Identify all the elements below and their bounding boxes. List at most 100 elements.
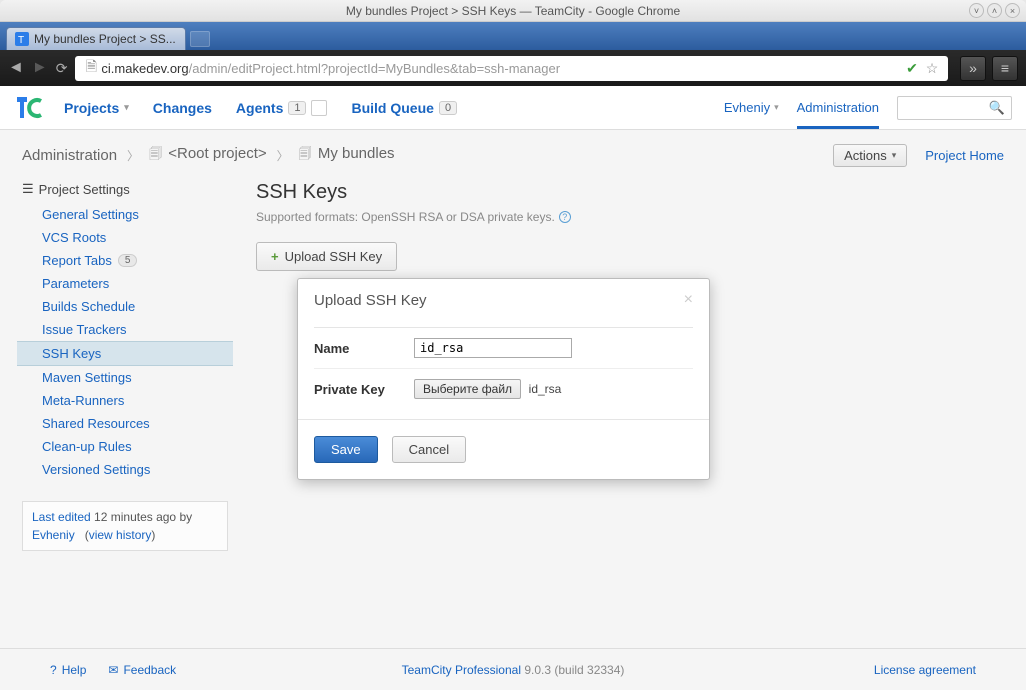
nav-agents[interactable]: Agents 1 bbox=[236, 100, 328, 116]
sidebar-item-report-tabs[interactable]: Report Tabs5 bbox=[22, 249, 228, 272]
product-link[interactable]: TeamCity Professional bbox=[402, 663, 521, 677]
sidebar: ☰ Project Settings General Settings VCS … bbox=[22, 181, 228, 601]
nav-projects[interactable]: Projects ▾ bbox=[64, 100, 129, 116]
page-title: SSH Keys bbox=[256, 181, 1004, 204]
selected-file-name: id_rsa bbox=[529, 382, 562, 396]
sidebar-item-issue-trackers[interactable]: Issue Trackers bbox=[22, 318, 228, 341]
svg-text:T: T bbox=[18, 35, 24, 46]
project-home-link[interactable]: Project Home bbox=[925, 148, 1004, 163]
sidebar-item-label: Issue Trackers bbox=[42, 322, 127, 337]
close-window-button[interactable]: × bbox=[1005, 3, 1020, 18]
extensions-button[interactable]: » bbox=[960, 56, 986, 81]
save-button[interactable]: Save bbox=[314, 436, 378, 463]
view-history-link[interactable]: view history bbox=[89, 528, 152, 542]
sidebar-item-label: Shared Resources bbox=[42, 416, 150, 431]
version-text: 9.0.3 (build 32334) bbox=[521, 663, 624, 677]
name-label: Name bbox=[314, 341, 414, 356]
close-tab-icon[interactable]: × bbox=[185, 32, 186, 46]
bookmark-icon[interactable]: ☆ bbox=[922, 58, 942, 78]
breadcrumb: Administration 〉 🗐 <Root project> 〉 🗐 My… bbox=[0, 130, 1026, 181]
sidebar-item-parameters[interactable]: Parameters bbox=[22, 272, 228, 295]
browser-tab[interactable]: T My bundles Project > SS... × bbox=[6, 27, 186, 50]
url-input[interactable]: 🗎 ci.makedev.org/admin/editProject.html?… bbox=[75, 56, 948, 81]
sidebar-item-shared-resources[interactable]: Shared Resources bbox=[22, 412, 228, 435]
sidebar-item-builds-schedule[interactable]: Builds Schedule bbox=[22, 295, 228, 318]
sidebar-item-ssh-keys[interactable]: SSH Keys bbox=[17, 341, 233, 366]
window-title: My bundles Project > SSH Keys — TeamCity… bbox=[346, 4, 680, 18]
folder-icon: 🗐 bbox=[149, 145, 162, 167]
sidebar-item-cleanup[interactable]: Clean-up Rules bbox=[22, 435, 228, 458]
sidebar-item-general[interactable]: General Settings bbox=[22, 203, 228, 226]
sidebar-item-vcs[interactable]: VCS Roots bbox=[22, 226, 228, 249]
maximize-button[interactable]: ˄ bbox=[987, 3, 1002, 18]
tabs-bar: T My bundles Project > SS... × bbox=[0, 22, 1026, 50]
os-titlebar: My bundles Project > SSH Keys — TeamCity… bbox=[0, 0, 1026, 22]
breadcrumb-root[interactable]: 🗐 <Root project> bbox=[149, 145, 267, 167]
last-edited-user[interactable]: Evheniy bbox=[32, 528, 75, 542]
feedback-link[interactable]: ✉Feedback bbox=[108, 663, 176, 677]
nav-build-queue-label: Build Queue bbox=[351, 100, 433, 116]
close-dialog-button[interactable]: × bbox=[684, 291, 693, 309]
nav-changes[interactable]: Changes bbox=[153, 100, 212, 116]
page-icon: 🗎 bbox=[81, 58, 101, 78]
plus-icon: + bbox=[271, 249, 279, 264]
tab-title: My bundles Project > SS... bbox=[34, 32, 176, 46]
nav-administration[interactable]: Administration bbox=[797, 100, 879, 129]
new-tab-button[interactable] bbox=[190, 31, 210, 47]
sidebar-item-meta-runners[interactable]: Meta-Runners bbox=[22, 389, 228, 412]
search-input[interactable]: 🔍 bbox=[897, 96, 1012, 120]
name-input[interactable] bbox=[414, 338, 572, 358]
sidebar-title: ☰ Project Settings bbox=[22, 181, 228, 197]
license-link[interactable]: License agreement bbox=[874, 663, 976, 677]
sidebar-item-label: Report Tabs bbox=[42, 253, 112, 268]
reload-button[interactable]: ⟳ bbox=[56, 60, 68, 77]
url-host: ci.makedev.org bbox=[101, 61, 188, 76]
chevron-down-icon: ▾ bbox=[124, 102, 129, 113]
sidebar-item-label: Versioned Settings bbox=[42, 462, 150, 477]
breadcrumb-project-label: My bundles bbox=[318, 145, 395, 162]
agents-status-box bbox=[311, 100, 327, 116]
sidebar-item-label: General Settings bbox=[42, 207, 139, 222]
forward-button[interactable]: ► bbox=[32, 59, 48, 77]
upload-button-label: Upload SSH Key bbox=[285, 249, 383, 264]
sidebar-item-maven[interactable]: Maven Settings bbox=[22, 366, 228, 389]
page-subtitle: Supported formats: OpenSSH RSA or DSA pr… bbox=[256, 210, 555, 224]
chevron-right-icon: 〉 bbox=[277, 147, 289, 164]
help-link[interactable]: ?Help bbox=[50, 663, 86, 677]
last-edited-box: Last edited 12 minutes ago by Evheniy (v… bbox=[22, 501, 228, 551]
private-key-label: Private Key bbox=[314, 382, 414, 397]
agents-count: 1 bbox=[288, 101, 306, 115]
feedback-label: Feedback bbox=[123, 663, 176, 677]
teamcity-logo[interactable] bbox=[14, 93, 44, 123]
upload-ssh-key-button[interactable]: + Upload SSH Key bbox=[256, 242, 397, 271]
choose-file-button[interactable]: Выберите файл bbox=[414, 379, 521, 399]
breadcrumb-root-label: <Root project> bbox=[168, 145, 266, 162]
minimize-button[interactable]: ˅ bbox=[969, 3, 984, 18]
actions-button[interactable]: Actions ▾ bbox=[833, 144, 907, 167]
actions-label: Actions bbox=[844, 148, 887, 163]
sidebar-item-label: Meta-Runners bbox=[42, 393, 124, 408]
breadcrumb-administration[interactable]: Administration bbox=[22, 147, 117, 164]
sidebar-item-versioned-settings[interactable]: Versioned Settings bbox=[22, 458, 228, 481]
sidebar-item-label: Maven Settings bbox=[42, 370, 132, 385]
help-label: Help bbox=[62, 663, 87, 677]
user-menu[interactable]: Evheniy ▾ bbox=[724, 100, 779, 115]
help-icon[interactable]: ? bbox=[559, 211, 571, 223]
cancel-button[interactable]: Cancel bbox=[392, 436, 466, 463]
settings-icon: ☰ bbox=[22, 181, 34, 197]
build-queue-count: 0 bbox=[439, 101, 457, 115]
url-path: /admin/editProject.html?projectId=MyBund… bbox=[189, 61, 560, 76]
address-bar: ◄ ► ⟳ 🗎 ci.makedev.org/admin/editProject… bbox=[0, 50, 1026, 86]
favicon-icon: T bbox=[15, 32, 29, 46]
sidebar-item-label: Builds Schedule bbox=[42, 299, 135, 314]
verified-icon: ✔ bbox=[902, 58, 922, 78]
search-icon: 🔍 bbox=[989, 100, 1005, 116]
chevron-down-icon: ▾ bbox=[892, 150, 897, 161]
last-edited-label[interactable]: Last edited bbox=[32, 510, 91, 524]
back-button[interactable]: ◄ bbox=[8, 59, 24, 77]
footer: ?Help ✉Feedback TeamCity Professional 9.… bbox=[0, 648, 1026, 690]
menu-button[interactable]: ≡ bbox=[992, 56, 1018, 81]
sidebar-title-label: Project Settings bbox=[39, 182, 130, 197]
nav-build-queue[interactable]: Build Queue 0 bbox=[351, 100, 457, 116]
sidebar-item-label: SSH Keys bbox=[42, 346, 101, 361]
